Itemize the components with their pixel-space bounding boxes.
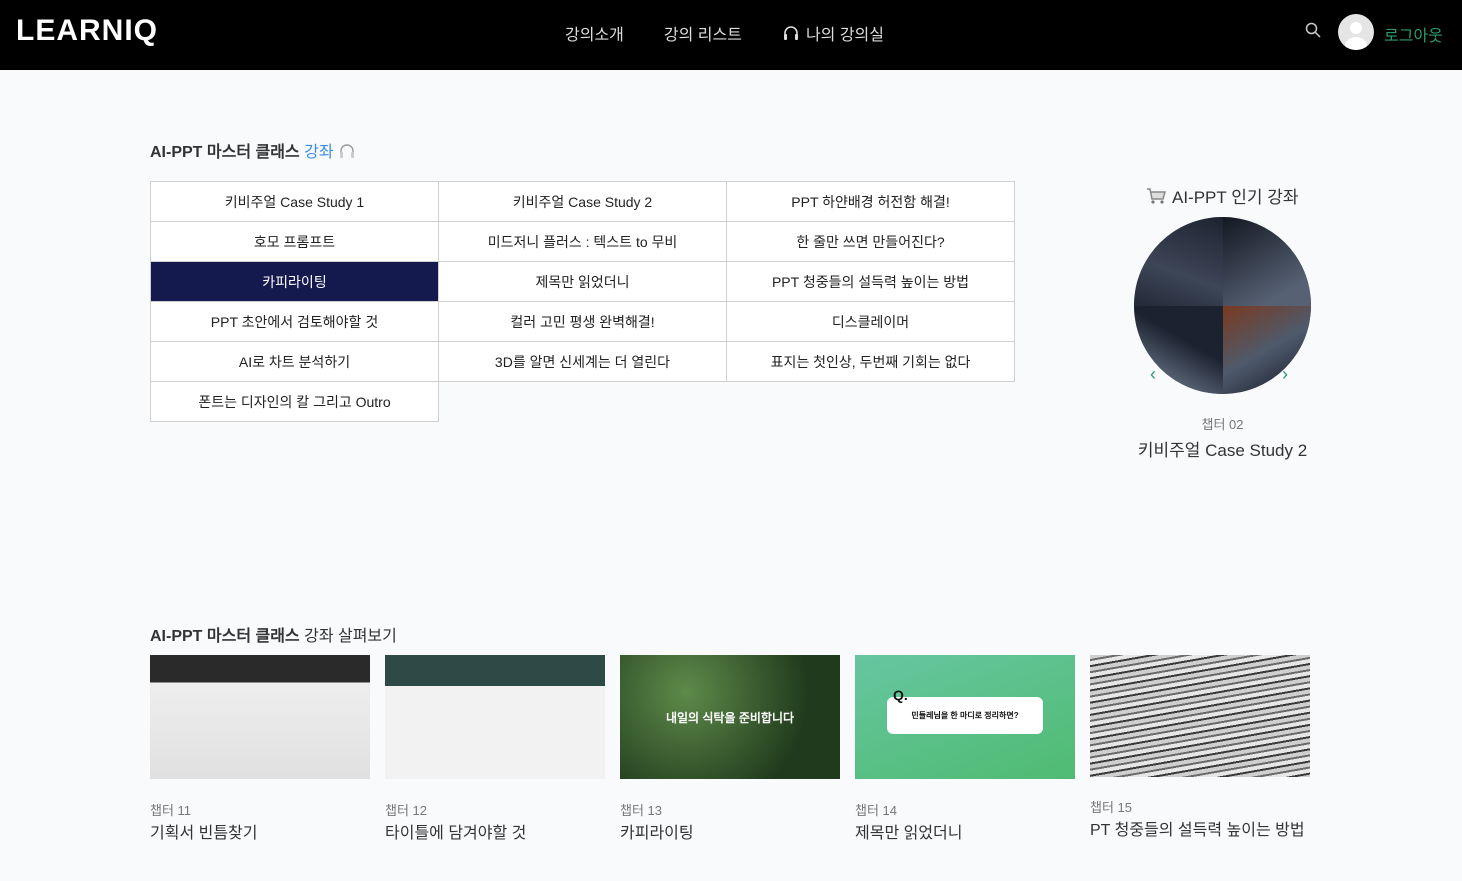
popular-name[interactable]: 키비주얼 Case Study 2: [1120, 436, 1325, 461]
avatar[interactable]: [1338, 14, 1374, 50]
lesson-cell[interactable]: AI로 차트 분석하기: [150, 341, 439, 382]
card-chapter: 챕터 15: [1090, 800, 1132, 815]
course-card[interactable]: 내일의 식탁을 준비합니다 챕터 13 카피라이팅: [620, 655, 840, 845]
thumb-q: Q.: [893, 687, 908, 703]
lesson-cell[interactable]: 폰트는 디자인의 칼 그리고 Outro: [150, 381, 439, 422]
menu-my-classroom[interactable]: 나의 강의실: [782, 21, 884, 45]
headphones-icon: [340, 144, 355, 158]
lesson-cell[interactable]: 3D를 알면 신세계는 더 열린다: [438, 341, 727, 382]
card-thumbnail: [385, 655, 605, 779]
cart-icon: [1147, 187, 1166, 204]
menu-intro[interactable]: 강의소개: [565, 21, 624, 45]
card-thumbnail: 민들레님을 한 마디로 정리하면? Q.: [855, 655, 1075, 779]
lesson-cell[interactable]: 제목만 읽었더니: [438, 261, 727, 302]
popular-title: AI-PPT 인기 강좌: [1146, 183, 1298, 208]
menu-list[interactable]: 강의 리스트: [664, 21, 742, 45]
card-title: 카피라이팅: [620, 825, 694, 842]
popular-chapter: 챕터 02: [1201, 417, 1244, 432]
empty-cell: [727, 382, 1015, 422]
lesson-cell[interactable]: 호모 프롬프트: [150, 221, 439, 262]
card-chapter: 챕터 11: [150, 803, 192, 818]
lesson-cell[interactable]: 디스클레이머: [726, 301, 1015, 342]
prev-arrow[interactable]: ‹: [1150, 364, 1156, 385]
course-card[interactable]: 챕터 12 타이틀에 담겨야할 것: [385, 655, 605, 845]
lesson-cell-active[interactable]: 카피라이팅: [150, 261, 439, 302]
thumb-text: 민들레님을 한 마디로 정리하면?: [911, 711, 1019, 720]
card-chapter: 챕터 14: [855, 803, 897, 818]
lesson-cell[interactable]: 미드저니 플러스 : 텍스트 to 무비: [438, 221, 727, 262]
section2-title: AI-PPT 마스터 클래스 강좌 살펴보기: [150, 622, 397, 646]
lesson-cell[interactable]: PPT 하얀배경 허전함 해결!: [726, 181, 1015, 222]
lesson-cell[interactable]: 표지는 첫인상, 두번째 기회는 없다: [726, 341, 1015, 382]
card-thumbnail: [1090, 655, 1310, 777]
logout-button[interactable]: 로그아웃: [1384, 22, 1443, 46]
card-title: 타이틀에 담겨야할 것: [385, 825, 527, 842]
section-title: AI-PPT 마스터 클래스 강좌: [150, 138, 356, 162]
search-icon[interactable]: [1305, 22, 1321, 38]
lesson-cell[interactable]: 컬러 고민 평생 완벽해결!: [438, 301, 727, 342]
title-bold: AI-PPT 마스터 클래스: [150, 628, 300, 645]
menu-my-classroom-label: 나의 강의실: [805, 27, 884, 44]
main-menu: 강의소개 강의 리스트 나의 강의실: [565, 21, 884, 45]
title-rest: 강좌 살펴보기: [304, 628, 397, 645]
next-arrow[interactable]: ›: [1282, 364, 1288, 385]
card-thumbnail: [150, 655, 370, 779]
logo[interactable]: LEARNIQ: [16, 14, 158, 48]
popular-title-text: AI-PPT 인기 강좌: [1172, 188, 1299, 207]
lesson-cell[interactable]: 키비주얼 Case Study 1: [150, 181, 439, 222]
card-title: PT 청중들의 설득력 높이는 방법: [1090, 822, 1305, 839]
lesson-cell[interactable]: PPT 초안에서 검토해야할 것: [150, 301, 439, 342]
card-title: 제목만 읽었더니: [855, 825, 963, 842]
lesson-table: 키비주얼 Case Study 1 키비주얼 Case Study 2 PPT 하얀…: [150, 181, 1015, 422]
card-chapter: 챕터 12: [385, 803, 427, 818]
card-thumbnail: 내일의 식탁을 준비합니다: [620, 655, 840, 779]
title-accent: 강좌: [304, 144, 334, 161]
course-cards: 챕터 11 기획서 빈틈찾기 챕터 12 타이틀에 담겨야할 것 내일의 식탁을…: [150, 655, 1310, 845]
card-title: 기획서 빈틈찾기: [150, 825, 258, 842]
title-bold: AI-PPT 마스터 클래스: [150, 144, 300, 161]
course-card[interactable]: 민들레님을 한 마디로 정리하면? Q. 챕터 14 제목만 읽었더니: [855, 655, 1075, 845]
top-nav: LEARNIQ 강의소개 강의 리스트 나의 강의실 로그아웃: [0, 0, 1462, 70]
lesson-cell[interactable]: 한 줄만 쓰면 만들어진다?: [726, 221, 1015, 262]
empty-cell: [439, 382, 727, 422]
thumb-text: 내일의 식탁을 준비합니다: [665, 710, 795, 725]
course-card[interactable]: 챕터 11 기획서 빈틈찾기: [150, 655, 370, 845]
card-chapter: 챕터 13: [620, 803, 662, 818]
lesson-cell[interactable]: 키비주얼 Case Study 2: [438, 181, 727, 222]
course-card[interactable]: 챕터 15 PT 청중들의 설득력 높이는 방법: [1090, 655, 1310, 845]
lesson-cell[interactable]: PPT 청중들의 설득력 높이는 방법: [726, 261, 1015, 302]
headphones-icon: [783, 26, 798, 40]
